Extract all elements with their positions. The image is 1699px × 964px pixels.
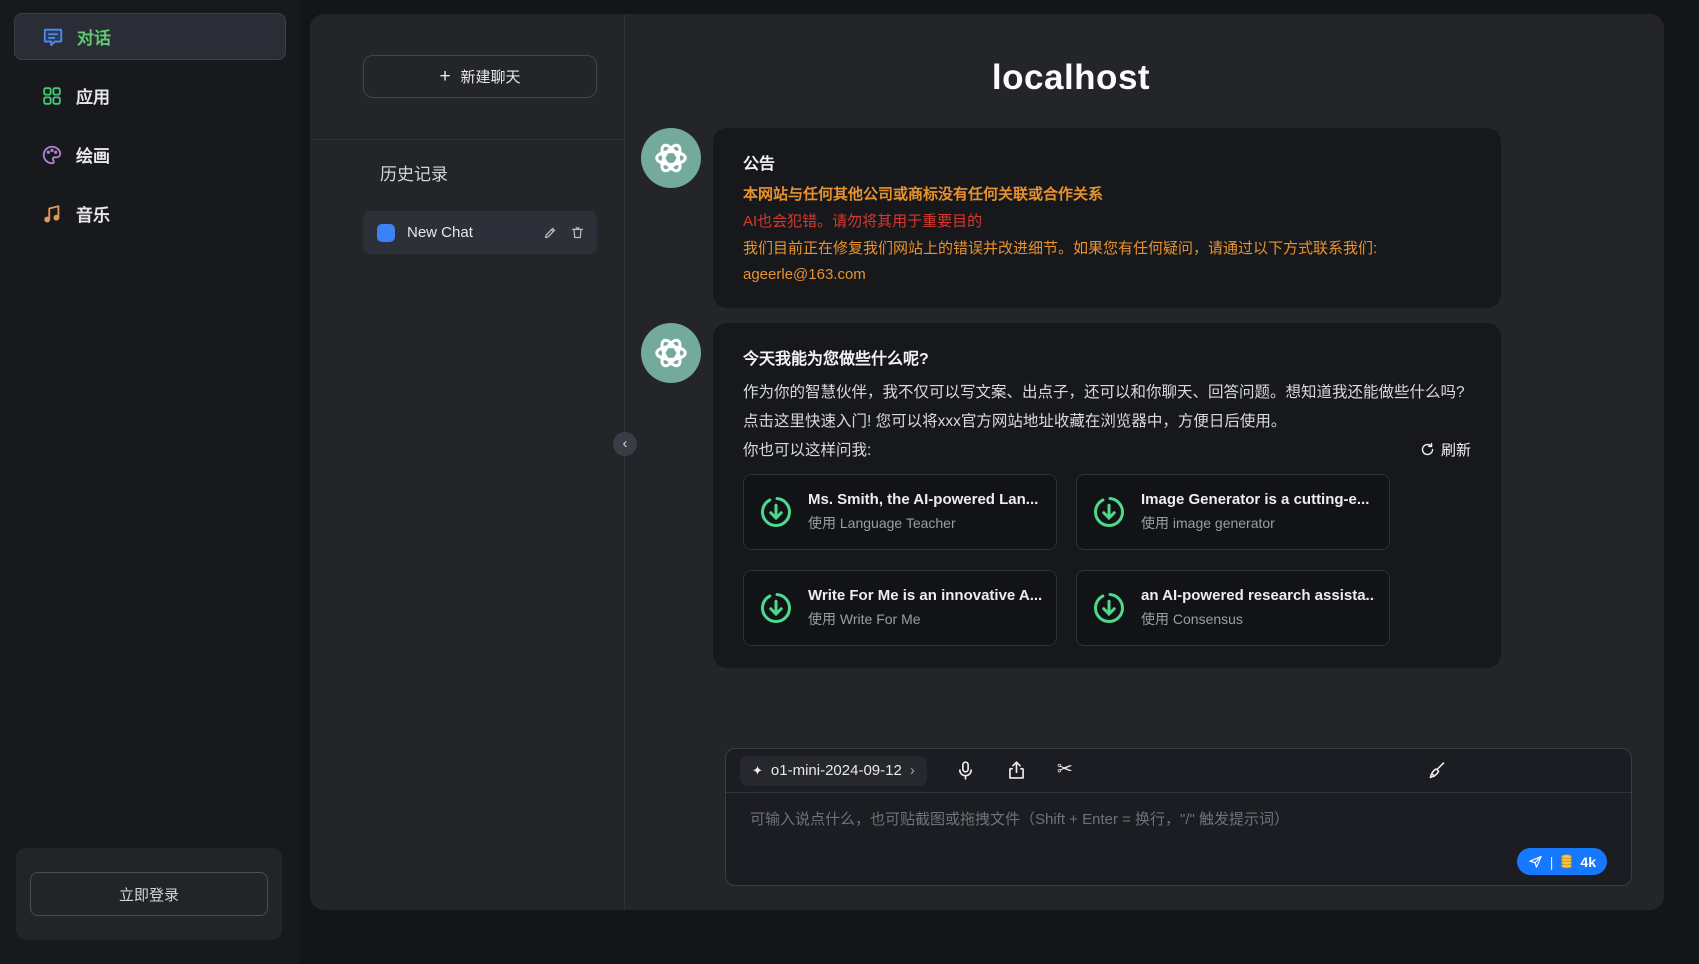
- token-count: 4k: [1580, 854, 1596, 870]
- composer: ✦ o1-mini-2024-09-12 › ✂: [725, 748, 1632, 886]
- sidebar-item-chat[interactable]: 对话: [14, 13, 286, 60]
- chevron-left-icon: ‹: [623, 436, 628, 451]
- chat-bubble-icon: [42, 26, 64, 48]
- palette-icon: [41, 144, 63, 166]
- use-app-icon: [1091, 494, 1127, 530]
- refresh-icon: [1420, 442, 1435, 457]
- chat-area: ‹ localhost 公告 本网站与任何其他公司或商标没有任何关联或合作关系 …: [625, 14, 1664, 910]
- new-chat-button[interactable]: + 新建聊天: [363, 55, 597, 98]
- send-token-badge[interactable]: | 4k: [1517, 848, 1607, 875]
- new-chat-label: 新建聊天: [461, 66, 521, 87]
- sidebar-item-drawing[interactable]: 绘画: [14, 131, 286, 178]
- sidebar-item-label: 对话: [77, 24, 111, 49]
- refresh-label: 刷新: [1441, 439, 1471, 460]
- welcome-body: 作为你的智慧伙伴，我不仅可以写文案、出点子，还可以和你聊天、回答问题。想知道我还…: [743, 379, 1471, 436]
- suggestion-card[interactable]: Write For Me is an innovative A... 使用 Wr…: [743, 570, 1057, 646]
- suggestion-title: Ms. Smith, the AI-powered Lan...: [808, 491, 1038, 508]
- plus-icon: +: [439, 67, 450, 86]
- suggestion-title: Image Generator is a cutting-e...: [1141, 491, 1369, 508]
- announcement-heading: 公告: [743, 150, 1471, 174]
- chat-list-divider: [310, 139, 624, 140]
- delete-icon[interactable]: [570, 225, 585, 240]
- sidebar-item-label: 绘画: [76, 142, 110, 167]
- composer-toolbar: ✦ o1-mini-2024-09-12 › ✂: [726, 749, 1631, 793]
- announcement-line: AI也会犯错。请勿将其用于重要目的: [743, 211, 1471, 233]
- assistant-avatar: [641, 128, 701, 188]
- history-item-new-chat[interactable]: New Chat: [363, 211, 597, 254]
- suggestion-card[interactable]: Image Generator is a cutting-e... 使用 ima…: [1076, 474, 1390, 550]
- announcement-line: 我们目前正在修复我们网站上的错误并改进细节。如果您有任何疑问，请通过以下方式联系…: [743, 238, 1471, 260]
- suggestion-title: Write For Me is an innovative A...: [808, 587, 1042, 604]
- send-plane-icon: [1528, 854, 1543, 869]
- history-item-actions: [543, 225, 585, 240]
- assistant-avatar: [641, 323, 701, 383]
- sidebar-item-music[interactable]: 音乐: [14, 190, 286, 237]
- page-title: localhost: [641, 58, 1501, 98]
- model-label: o1-mini-2024-09-12: [771, 762, 902, 779]
- sidebar-item-label: 音乐: [76, 201, 110, 226]
- separator: |: [1550, 854, 1554, 870]
- suggestion-card[interactable]: Ms. Smith, the AI-powered Lan... 使用 Lang…: [743, 474, 1057, 550]
- announcement-line: 本网站与任何其他公司或商标没有任何关联或合作关系: [743, 184, 1471, 206]
- welcome-heading: 今天我能为您做些什么呢?: [743, 345, 1471, 369]
- clear-broom-icon[interactable]: [1426, 760, 1447, 781]
- login-button[interactable]: 立即登录: [30, 872, 268, 916]
- sidebar-item-apps[interactable]: 应用: [14, 72, 286, 119]
- history-title: 历史记录: [380, 160, 448, 185]
- collapse-sidebar-button[interactable]: ‹: [613, 432, 637, 456]
- apps-grid-icon: [41, 85, 63, 107]
- scissors-icon[interactable]: ✂: [1057, 760, 1078, 781]
- use-app-icon: [1091, 590, 1127, 626]
- welcome-bubble: 今天我能为您做些什么呢? 作为你的智慧伙伴，我不仅可以写文案、出点子，还可以和你…: [713, 323, 1501, 668]
- edit-icon[interactable]: [543, 225, 558, 240]
- openai-logo-icon: [652, 334, 690, 372]
- main-panel: + 新建聊天 历史记录 New Chat ‹ localhost: [310, 14, 1664, 910]
- sparkle-icon: ✦: [752, 763, 763, 779]
- suggestion-subtitle: 使用 image generator: [1141, 513, 1369, 533]
- music-note-icon: [41, 203, 63, 225]
- chat-color-icon: [377, 224, 395, 242]
- refresh-button[interactable]: 刷新: [1420, 439, 1471, 460]
- microphone-icon[interactable]: [955, 760, 976, 781]
- suggestion-subtitle: 使用 Language Teacher: [808, 513, 1038, 533]
- suggestion-cards: Ms. Smith, the AI-powered Lan... 使用 Lang…: [743, 474, 1471, 646]
- use-app-icon: [758, 590, 794, 626]
- model-selector[interactable]: ✦ o1-mini-2024-09-12 ›: [740, 756, 927, 786]
- announcement-bubble: 公告 本网站与任何其他公司或商标没有任何关联或合作关系 AI也会犯错。请勿将其用…: [713, 128, 1501, 308]
- upload-icon[interactable]: [1006, 760, 1027, 781]
- suggestion-subtitle: 使用 Write For Me: [808, 609, 1042, 629]
- chat-list-panel: + 新建聊天 历史记录 New Chat: [310, 14, 625, 910]
- sidebar: 对话 应用 绘画 音乐 立即登录: [0, 0, 300, 964]
- chevron-right-icon: ›: [910, 762, 915, 779]
- openai-logo-icon: [652, 139, 690, 177]
- message-welcome: 今天我能为您做些什么呢? 作为你的智慧伙伴，我不仅可以写文案、出点子，还可以和你…: [641, 323, 1501, 668]
- announcement-email[interactable]: ageerle@163.com: [743, 264, 1471, 286]
- prompt-line: 你也可以这样问我:: [743, 438, 871, 460]
- suggestion-subtitle: 使用 Consensus: [1141, 609, 1375, 629]
- suggestion-card[interactable]: an AI-powered research assista... 使用 Con…: [1076, 570, 1390, 646]
- coins-icon: [1560, 854, 1573, 869]
- history-item-title: New Chat: [407, 224, 531, 241]
- use-app-icon: [758, 494, 794, 530]
- sidebar-item-label: 应用: [76, 83, 110, 108]
- login-card: 立即登录: [16, 848, 282, 940]
- message-announcement: 公告 本网站与任何其他公司或商标没有任何关联或合作关系 AI也会犯错。请勿将其用…: [641, 128, 1501, 308]
- message-input[interactable]: [726, 793, 1631, 853]
- suggestion-title: an AI-powered research assista...: [1141, 587, 1375, 604]
